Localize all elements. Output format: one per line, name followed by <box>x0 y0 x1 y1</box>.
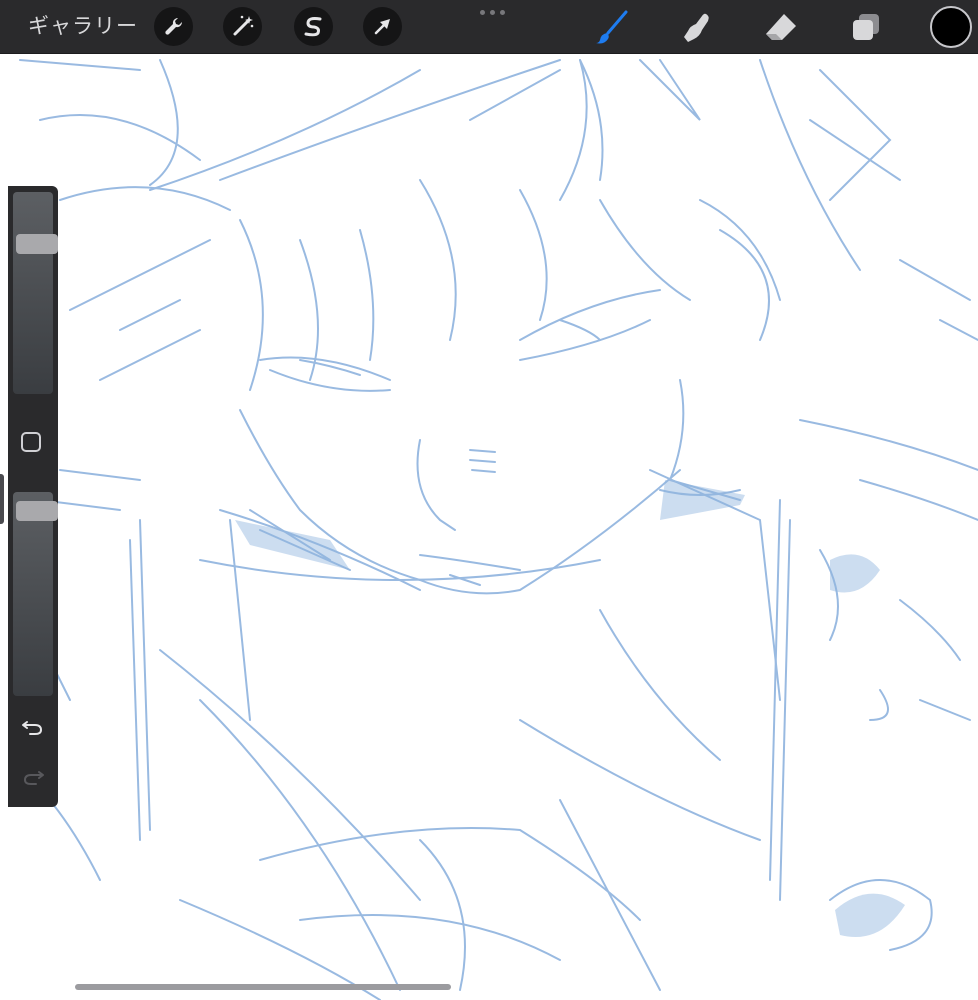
sidebar-drag-handle[interactable] <box>0 474 4 524</box>
adjustments-button[interactable] <box>223 7 262 46</box>
brush-opacity-thumb[interactable] <box>16 501 58 521</box>
wrench-icon <box>165 17 183 35</box>
arrow-cursor-icon <box>374 19 390 35</box>
undo-button[interactable] <box>21 714 45 738</box>
brush-size-slider[interactable] <box>13 192 58 394</box>
undo-icon <box>22 721 43 735</box>
brush-icon <box>596 10 628 44</box>
transform-button[interactable] <box>363 7 402 46</box>
handle-dot <box>480 10 485 15</box>
color-picker-button[interactable] <box>930 6 972 48</box>
layers-button[interactable] <box>845 6 887 48</box>
drawing-canvas[interactable] <box>0 0 978 1000</box>
modify-button[interactable] <box>21 432 41 452</box>
selection-s-icon <box>304 17 322 37</box>
home-indicator[interactable] <box>75 984 451 990</box>
redo-button[interactable] <box>21 764 45 788</box>
eraser-button[interactable] <box>760 6 802 48</box>
toolbar-drag-handle[interactable] <box>480 10 508 18</box>
brush-size-thumb[interactable] <box>16 234 58 254</box>
top-toolbar: ギャラリー <box>0 0 978 54</box>
brush-opacity-slider[interactable] <box>13 492 58 696</box>
magic-wand-icon <box>233 15 254 36</box>
redo-icon <box>23 771 44 785</box>
layers-icon <box>853 14 879 40</box>
smudge-button[interactable] <box>676 6 718 48</box>
actions-button[interactable] <box>154 7 193 46</box>
eraser-icon <box>766 14 796 40</box>
handle-dot <box>500 10 505 15</box>
brush-button[interactable] <box>592 6 634 48</box>
left-sidebar <box>8 186 58 807</box>
sketch-artwork <box>9 59 978 1000</box>
smudge-finger-icon <box>684 13 709 42</box>
gallery-button[interactable]: ギャラリー <box>28 12 138 40</box>
selection-button[interactable] <box>294 7 333 46</box>
handle-dot <box>490 10 495 15</box>
